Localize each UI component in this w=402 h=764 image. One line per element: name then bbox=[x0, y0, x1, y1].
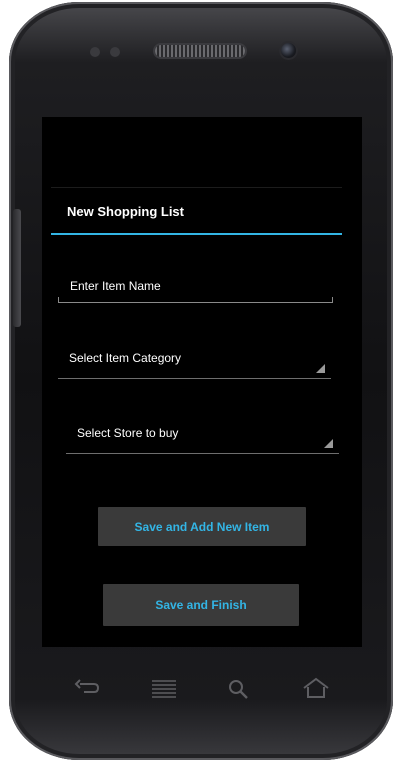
volume-button bbox=[13, 209, 21, 327]
item-category-spinner[interactable]: Select Item Category bbox=[58, 339, 331, 379]
light-sensor bbox=[110, 47, 120, 57]
app-screen: New Shopping List Enter Item Name Select… bbox=[42, 117, 362, 647]
earpiece-speaker bbox=[155, 45, 245, 57]
item-category-label: Select Item Category bbox=[69, 351, 182, 365]
spinner-underline bbox=[66, 453, 339, 454]
action-bar-divider bbox=[51, 187, 342, 188]
menu-icon[interactable] bbox=[149, 676, 179, 700]
search-icon[interactable] bbox=[224, 676, 254, 700]
store-spinner[interactable]: Select Store to buy bbox=[66, 414, 339, 454]
home-icon[interactable] bbox=[301, 676, 331, 700]
item-name-placeholder: Enter Item Name bbox=[70, 279, 161, 293]
item-name-input[interactable]: Enter Item Name bbox=[58, 269, 333, 303]
dropdown-arrow-icon bbox=[316, 364, 325, 373]
title-underline bbox=[51, 233, 342, 235]
save-and-finish-button[interactable]: Save and Finish bbox=[103, 584, 299, 626]
input-underline bbox=[58, 297, 333, 303]
proximity-sensor bbox=[90, 47, 100, 57]
dropdown-arrow-icon bbox=[324, 439, 333, 448]
store-label: Select Store to buy bbox=[77, 426, 179, 440]
save-and-add-button[interactable]: Save and Add New Item bbox=[98, 507, 306, 546]
front-camera bbox=[281, 43, 296, 58]
spinner-underline bbox=[58, 378, 331, 379]
back-icon[interactable] bbox=[72, 676, 102, 700]
page-title: New Shopping List bbox=[67, 204, 184, 219]
